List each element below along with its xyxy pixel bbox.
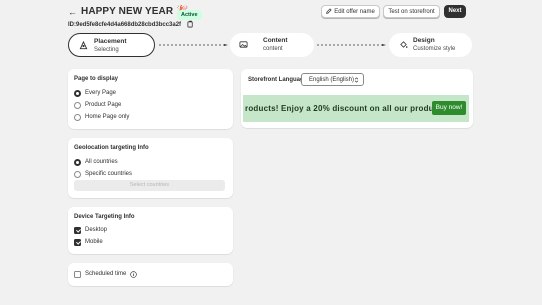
pencil-icon	[326, 8, 332, 14]
announcement-banner-preview: roducts! Enjoy a 20% discount on all our…	[243, 95, 469, 122]
test-on-storefront-button[interactable]: Test on storefront	[383, 5, 440, 18]
radio-button[interactable]	[74, 113, 81, 121]
card-title: Geolocation targeting Info	[74, 145, 149, 151]
image-icon	[239, 41, 248, 48]
radio-label: Product Page	[85, 101, 122, 108]
geolocation-card: Geolocation targeting Info All countries…	[68, 138, 233, 198]
scheduled-time-card: Scheduled time	[68, 263, 233, 286]
radio-label: All countries	[85, 158, 118, 165]
checkbox[interactable]	[74, 270, 81, 278]
banner-text: roducts! Enjoy a 20% discount on all our…	[245, 104, 449, 113]
card-title: Page to display	[74, 76, 119, 82]
language-select-value: English (English)	[309, 77, 355, 83]
checkbox-label: Mobile	[85, 238, 103, 245]
buy-now-button[interactable]: Buy now!	[432, 101, 466, 115]
radio-button[interactable]	[74, 89, 81, 97]
preview-card: Storefront Language English (English) ro…	[241, 69, 473, 128]
checkbox-scheduled-time[interactable]: Scheduled time	[74, 270, 144, 279]
storefront-language-label: Storefront Language	[248, 77, 308, 83]
step-name: Design	[413, 37, 435, 44]
arrow-left-icon[interactable]: ←	[68, 7, 78, 17]
radio-label: Home Page only	[85, 113, 130, 120]
step-name: Content	[263, 37, 288, 44]
step-subtitle: Customize style	[413, 46, 456, 52]
page-to-display-card: Page to display Every Page Product Page …	[68, 69, 233, 129]
step-subtitle: Selecting	[94, 47, 119, 53]
step-content[interactable]: Content content	[230, 33, 314, 57]
card-title: Device Targeting Info	[74, 214, 135, 220]
edit-offer-name-label: Edit offer name	[334, 9, 375, 15]
page-title: HAPPY NEW YEAR 🎉	[81, 6, 189, 17]
offer-id-row: ID:9ed5fe8cfe4d4a668db28cbd3bcc3a2f	[68, 20, 194, 28]
radio-button[interactable]	[74, 158, 81, 166]
info-icon[interactable]	[130, 270, 137, 278]
step-placement[interactable]: Placement Selecting	[68, 33, 155, 57]
device-targeting-card: Device Targeting Info Desktop Mobile	[68, 207, 233, 254]
checkbox[interactable]	[74, 226, 81, 234]
step-name: Placement	[94, 38, 127, 45]
chevron-up-down-icon	[354, 77, 359, 83]
next-button[interactable]: Next	[444, 5, 466, 18]
step-design[interactable]: Design Customize style	[389, 33, 472, 57]
copy-icon[interactable]	[187, 20, 194, 28]
status-badge: Active	[177, 10, 202, 20]
radio-button[interactable]	[74, 101, 81, 109]
radio-label: Every Page	[85, 89, 117, 96]
step-connector	[317, 44, 386, 46]
checkbox[interactable]	[74, 238, 81, 246]
edit-offer-name-button[interactable]: Edit offer name	[321, 5, 380, 18]
offer-id: ID:9ed5fe8cfe4d4a668db28cbd3bcc3a2f	[68, 22, 182, 28]
step-connector	[159, 44, 228, 46]
select-countries-button: Select countries	[74, 180, 225, 191]
radio-button[interactable]	[74, 170, 81, 178]
checkbox-label: Desktop	[85, 226, 108, 233]
checkbox-label: Scheduled time	[85, 270, 127, 277]
step-subtitle: content	[263, 46, 283, 52]
radio-label: Specific countries	[85, 170, 133, 177]
paint-bucket-icon	[400, 41, 408, 48]
placement-icon	[79, 41, 88, 50]
language-select[interactable]: English (English)	[301, 73, 364, 86]
